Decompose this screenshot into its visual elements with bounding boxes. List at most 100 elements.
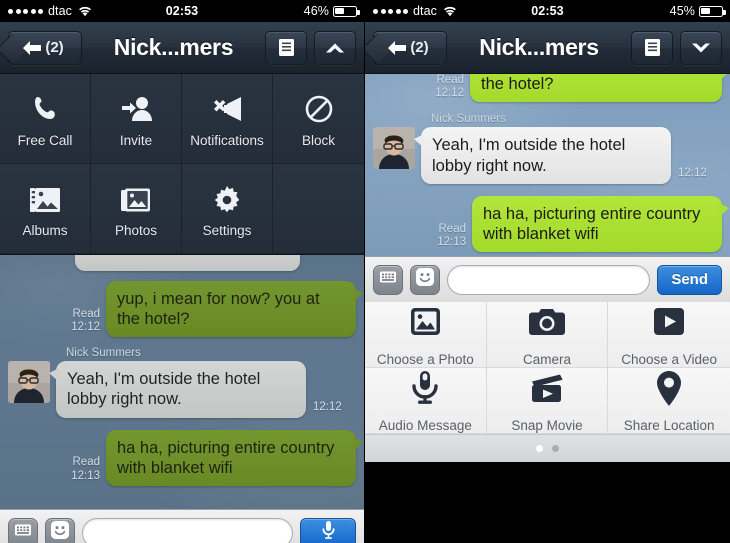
smiley-icon xyxy=(50,520,70,543)
attachment-panel: Choose a Photo Camera Choose a Video Aud… xyxy=(365,302,730,462)
megaphone-muted-icon xyxy=(211,90,243,124)
menu-item-settings[interactable]: Settings xyxy=(182,164,273,254)
message-row: Read 12:12 the hotel? xyxy=(365,74,730,103)
message-input[interactable] xyxy=(82,517,293,543)
message-time: 12:13 xyxy=(71,469,100,482)
video-play-icon xyxy=(652,302,686,342)
message-time: 12:12 xyxy=(71,321,100,334)
status-right: 45% xyxy=(670,4,730,18)
menu-item-empty xyxy=(273,164,364,254)
chat-menu-button[interactable] xyxy=(631,30,673,65)
attachment-label: Share Location xyxy=(623,418,715,433)
message-meta: Read 12:12 xyxy=(71,308,100,334)
pager-dot-2[interactable] xyxy=(552,445,559,452)
read-status: Read xyxy=(438,222,467,235)
attachment-choose-a-photo[interactable]: Choose a Photo xyxy=(365,302,487,368)
attachment-share-location[interactable]: Share Location xyxy=(608,368,730,434)
message-bubble[interactable]: ha ha, picturing entire country with bla… xyxy=(106,429,363,486)
battery-percent-label: 45% xyxy=(669,4,695,18)
message-meta: 12:12 xyxy=(313,401,342,414)
status-right: 46% xyxy=(304,4,364,18)
status-bar: dtac 02:53 45% xyxy=(365,0,730,22)
chat-menu-button[interactable] xyxy=(265,30,307,65)
back-button[interactable]: (2) xyxy=(8,30,82,65)
menu-item-albums[interactable]: Albums xyxy=(0,164,91,254)
message-time: 12:13 xyxy=(437,235,466,248)
contact-action-grid: Free Call Invite Notifications Block Alb… xyxy=(0,74,364,255)
menu-item-notifications[interactable]: Notifications xyxy=(182,74,273,164)
smiley-icon xyxy=(415,267,435,292)
message-bubble[interactable]: ha ha, picturing entire country with bla… xyxy=(472,195,729,252)
carrier-label: dtac xyxy=(413,4,438,18)
menu-item-label: Block xyxy=(301,132,335,148)
back-arrow-icon xyxy=(21,40,43,56)
message-row: Read 12:13 ha ha, picturing entire count… xyxy=(0,429,364,486)
phone-screen-left: dtac 02:53 46% (2) Nick...mers Free Call… xyxy=(0,0,365,543)
message-meta: Read 12:12 xyxy=(435,74,464,100)
menu-item-label: Albums xyxy=(22,222,68,238)
phone-icon xyxy=(30,90,60,124)
attachment-label: Choose a Video xyxy=(621,352,718,367)
menu-item-label: Photos xyxy=(114,222,158,238)
menu-item-free-call[interactable]: Free Call xyxy=(0,74,91,164)
back-button[interactable]: (2) xyxy=(373,30,447,65)
chevron-down-icon xyxy=(690,41,712,55)
attachment-choose-a-video[interactable]: Choose a Video xyxy=(608,302,730,368)
keyboard-toggle-button[interactable] xyxy=(8,517,38,543)
list-menu-icon xyxy=(278,38,295,57)
battery-icon xyxy=(333,5,360,17)
chevron-up-icon xyxy=(324,41,346,55)
attachment-snap-movie[interactable]: Snap Movie xyxy=(486,368,609,434)
menu-item-invite[interactable]: Invite xyxy=(91,74,182,164)
message-bubble[interactable]: yup, i mean for now? you at the hotel? xyxy=(106,281,363,338)
attachment-label: Camera xyxy=(522,352,571,367)
message-bubble[interactable]: the hotel? xyxy=(470,74,729,103)
chat-thread[interactable]: Read 12:12 the hotel? Nick Summers Yeah,… xyxy=(365,74,730,256)
message-input-bar xyxy=(0,509,364,543)
message-time: 12:12 xyxy=(313,401,342,414)
message-row: Nick Summers Yeah, I'm outside the hotel… xyxy=(365,113,730,184)
panel-toggle-button[interactable] xyxy=(314,30,356,65)
message-row: Nick Summers Yeah, I'm outside the hotel… xyxy=(0,347,364,418)
menu-item-photos[interactable]: Photos xyxy=(91,164,182,254)
bubble-wrap: ha ha, picturing entire country with bla… xyxy=(472,195,729,252)
attachment-pager[interactable] xyxy=(365,434,730,462)
chat-thread[interactable]: Read 12:12 yup, i mean for now? you at t… xyxy=(0,255,364,509)
message-bubble[interactable]: Yeah, I'm outside the hotel lobby right … xyxy=(414,127,671,184)
panel-toggle-button[interactable] xyxy=(680,30,722,65)
signal-strength-icon xyxy=(8,8,43,14)
page-title: Nick...mers xyxy=(479,34,599,60)
image-icon xyxy=(407,302,444,342)
attachment-audio-message[interactable]: Audio Message xyxy=(365,368,487,434)
attachment-camera[interactable]: Camera xyxy=(486,302,609,368)
send-button[interactable]: Send xyxy=(657,264,722,295)
message-meta: 12:12 xyxy=(678,167,707,180)
back-unread-count: (2) xyxy=(45,39,64,56)
read-status: Read xyxy=(436,74,465,86)
avatar[interactable] xyxy=(8,361,50,404)
gear-icon xyxy=(213,180,241,214)
signal-strength-icon xyxy=(373,8,408,14)
message-bubble[interactable]: Yeah, I'm outside the hotel lobby right … xyxy=(49,361,306,418)
list-menu-icon xyxy=(644,38,661,57)
voice-message-button[interactable] xyxy=(300,517,356,543)
status-left: dtac xyxy=(0,4,92,18)
block-icon xyxy=(304,90,334,124)
attachment-label: Snap Movie xyxy=(511,418,583,433)
sticker-button[interactable] xyxy=(410,264,440,295)
message-input-bar: Send xyxy=(365,256,730,302)
menu-item-label: Free Call xyxy=(17,132,73,148)
keyboard-toggle-button[interactable] xyxy=(373,264,403,295)
attachment-grid: Choose a Photo Camera Choose a Video Aud… xyxy=(365,302,730,434)
read-status: Read xyxy=(72,456,101,469)
screenshot-stage: dtac 02:53 46% (2) Nick...mers Free Call… xyxy=(0,0,730,543)
message-input[interactable] xyxy=(447,264,651,295)
attachment-label: Choose a Photo xyxy=(376,352,474,367)
avatar[interactable] xyxy=(373,127,415,170)
menu-item-block[interactable]: Block xyxy=(273,74,364,164)
page-title: Nick...mers xyxy=(113,34,234,60)
status-left: dtac xyxy=(365,4,457,18)
battery-icon xyxy=(699,5,726,17)
pager-dot-1[interactable] xyxy=(536,445,543,452)
sticker-button[interactable] xyxy=(45,517,75,543)
